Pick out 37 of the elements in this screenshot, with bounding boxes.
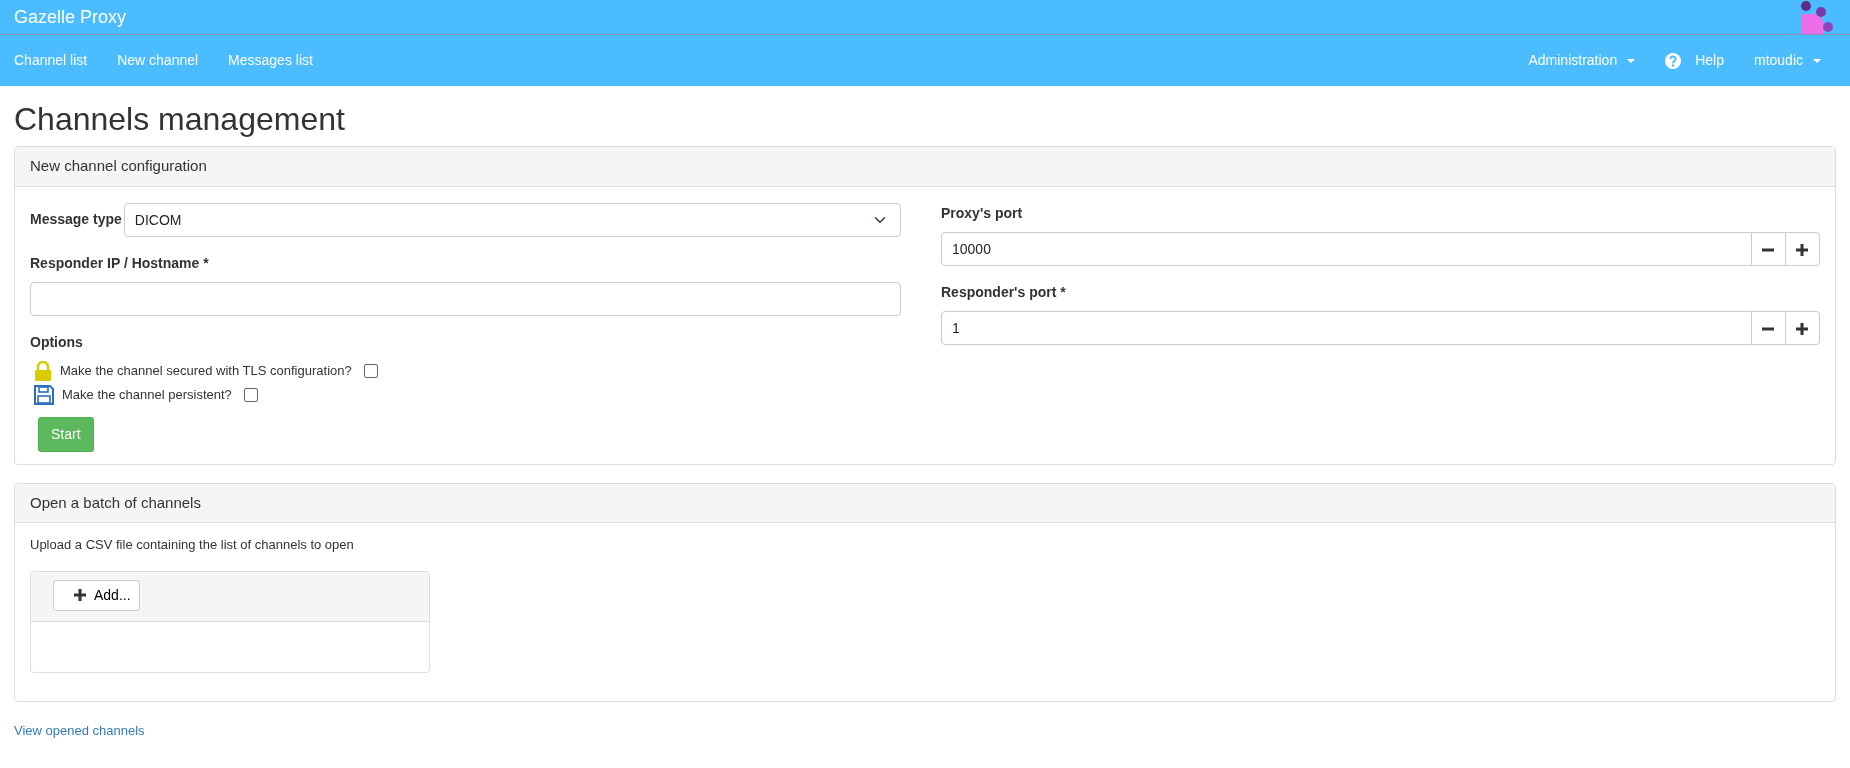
increment-button[interactable] [1785,310,1820,345]
field-label: Responder's port * [941,282,1067,302]
field-label: Message type [30,210,122,230]
app-title: Gazelle Proxy [14,5,127,29]
plus-icon [74,589,86,602]
padlock-icon [34,360,52,381]
panel-title: Open a batch of channels [15,483,1835,524]
add-button[interactable]: Add... [53,579,140,611]
field-label: Proxy's port [941,203,1024,223]
nav-link-item[interactable]: New channel [102,50,214,71]
option-label: Make the channel secured with TLS configuration? [60,362,352,381]
increment-button[interactable] [1785,231,1820,266]
page-title: Channels management [14,100,346,139]
description-text: Upload a CSV file containing the list of channels to open [30,536,355,555]
dropdown-menu-toggle[interactable]: Administration [1528,50,1651,71]
message-type-select[interactable]: DICOM [123,202,901,237]
help-link[interactable]: Help [1650,50,1739,71]
view-channels-link[interactable]: View opened channels [14,722,145,738]
caret-icon [1813,58,1821,63]
port-field[interactable]: 10000 [941,231,1752,266]
field-label: Responder IP / Hostname * [30,253,210,273]
start-button[interactable]: Start [38,416,94,452]
options-label: Options [30,332,84,352]
caret-icon [1627,58,1636,63]
nav-link-item[interactable]: Channel list [14,50,103,71]
help-icon [1665,52,1682,69]
port-field[interactable]: 1 [941,310,1752,345]
logo-icon [1800,0,1836,34]
checkbox[interactable] [363,363,378,378]
plus-icon [1796,243,1809,256]
panel-title: New channel configuration [15,147,1835,187]
option-label: Make the channel persistent? [62,386,232,405]
checkbox[interactable] [243,387,258,402]
hostname-field[interactable] [30,281,901,316]
nav-link-item[interactable]: Messages list [213,50,328,71]
dropdown-menu-toggle[interactable]: mtoudic [1738,50,1836,71]
plus-icon [1796,322,1809,335]
